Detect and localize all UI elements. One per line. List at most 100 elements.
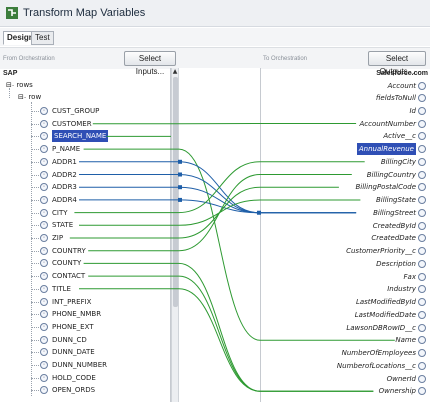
target-field-label: Description bbox=[376, 259, 416, 268]
field-icon: ◦ bbox=[40, 132, 48, 141]
target-field-row[interactable]: Fax bbox=[260, 271, 430, 283]
target-field-row[interactable]: NumberofLocations__c bbox=[260, 360, 430, 372]
source-field-label: TITLE bbox=[52, 284, 71, 293]
field-icon: ◦ bbox=[40, 119, 48, 128]
source-field-row[interactable]: ◦ ADDR3 bbox=[0, 181, 171, 193]
target-field-row[interactable]: OwnerId bbox=[260, 373, 430, 385]
target-field-row[interactable]: CreatedById bbox=[260, 220, 430, 232]
field-icon bbox=[418, 208, 426, 217]
tree-connector bbox=[31, 326, 39, 328]
tree-connector bbox=[31, 263, 39, 265]
tree-connector bbox=[31, 149, 39, 151]
source-field-row[interactable]: ◦ DUNN_CD bbox=[0, 334, 171, 346]
field-icon bbox=[418, 361, 426, 370]
source-scrollbar[interactable]: ▲ bbox=[171, 68, 179, 402]
field-icon bbox=[418, 349, 426, 357]
field-icon: ◦ bbox=[40, 259, 48, 268]
field-icon: ◦ bbox=[40, 322, 48, 331]
source-field-row[interactable]: ◦ COUNTY bbox=[0, 257, 171, 269]
source-field-row[interactable]: ◦ DUNN_DATE bbox=[0, 346, 171, 358]
target-field-row[interactable]: BillingState bbox=[260, 194, 430, 206]
source-field-row[interactable]: ◦ ZIP bbox=[0, 232, 171, 244]
field-icon bbox=[418, 323, 426, 332]
source-field-row[interactable]: ◦ ADDR2 bbox=[0, 169, 171, 181]
rows-node[interactable]: ⊟˴ rows bbox=[6, 81, 33, 89]
tree-connector bbox=[31, 238, 39, 239]
target-field-row[interactable]: LawsonDBRowID__c bbox=[260, 322, 430, 334]
field-icon: ◦ bbox=[40, 348, 48, 357]
source-field-row[interactable]: ◦ PHONE_EXT bbox=[0, 321, 171, 333]
source-field-row[interactable]: ◦ TITLE bbox=[0, 283, 171, 295]
source-field-row[interactable]: ◦ CONTACT bbox=[0, 270, 171, 282]
target-field-label: Id bbox=[409, 106, 416, 115]
target-field-label: OwnerId bbox=[386, 374, 416, 383]
target-field-row[interactable]: Ownership bbox=[260, 385, 430, 397]
tree-connector bbox=[31, 225, 39, 227]
select-inputs-button[interactable]: Select Inputs... bbox=[124, 51, 176, 76]
row-label: row bbox=[28, 93, 42, 101]
tree-connector bbox=[31, 377, 39, 379]
account-label: Account bbox=[387, 82, 416, 90]
target-field-row[interactable]: NumberOfEmployees bbox=[260, 347, 430, 359]
select-outputs-button[interactable]: Select Outputs... bbox=[368, 51, 426, 76]
source-field-row[interactable]: ◦ SEARCH_NAME bbox=[0, 130, 171, 143]
target-field-row[interactable]: LastModifiedDate bbox=[260, 309, 430, 321]
tree-connector bbox=[31, 199, 39, 201]
target-field-row[interactable]: AccountNumber bbox=[260, 118, 430, 130]
target-field-row[interactable]: BillingPostalCode bbox=[260, 181, 430, 193]
source-field-label: COUNTY bbox=[52, 259, 82, 268]
source-field-row[interactable]: ◦ HOLD_CODE bbox=[0, 372, 171, 384]
source-field-row[interactable]: ◦ CUST_GROUP bbox=[0, 105, 171, 117]
source-field-row[interactable]: ◦ STATE bbox=[0, 219, 171, 231]
orchestration-header: From Orchestration Select Inputs... To O… bbox=[0, 47, 430, 76]
target-field-row[interactable]: CustomerPriority__c bbox=[260, 245, 430, 257]
target-field-row[interactable]: Name bbox=[260, 334, 430, 346]
field-icon bbox=[418, 183, 426, 192]
target-field-row[interactable]: LastModifiedById bbox=[260, 296, 430, 308]
field-icon bbox=[418, 310, 426, 319]
scroll-up-icon[interactable]: ▲ bbox=[172, 68, 178, 76]
source-field-row[interactable]: ◦ DUNN_NUMBER bbox=[0, 359, 171, 371]
target-field-label: Ownership bbox=[378, 387, 416, 396]
source-field-row[interactable]: ◦ CITY bbox=[0, 207, 171, 219]
tree-connector bbox=[31, 161, 39, 163]
source-field-row[interactable]: ◦ OPEN_ORDS bbox=[0, 384, 171, 396]
target-field-label: CreatedById bbox=[372, 221, 416, 230]
tree-connector bbox=[31, 250, 39, 252]
source-field-row[interactable]: ◦ P_NAME bbox=[0, 143, 171, 155]
account-node[interactable]: Account bbox=[260, 80, 430, 92]
row-node[interactable]: ⊟˴ row bbox=[18, 93, 41, 101]
target-field-row[interactable]: BillingCity bbox=[260, 156, 430, 168]
source-field-row[interactable]: ◦ ADDR1 bbox=[0, 156, 171, 168]
scroll-thumb[interactable] bbox=[173, 77, 178, 307]
tab-test[interactable]: Test bbox=[31, 31, 54, 45]
target-field-row[interactable]: Active__c bbox=[260, 130, 430, 142]
source-field-row[interactable]: ◦ PHONE_NMBR bbox=[0, 308, 171, 320]
field-icon: ◦ bbox=[40, 183, 48, 192]
field-icon bbox=[418, 285, 426, 294]
field-icon bbox=[418, 374, 426, 383]
source-field-row[interactable]: ◦ INT_PREFIX bbox=[0, 296, 171, 308]
field-icon bbox=[418, 132, 426, 141]
source-field-label: OPEN_ORDS bbox=[52, 386, 96, 395]
field-icon bbox=[418, 336, 426, 345]
source-field-label: DUNN_DATE bbox=[52, 348, 95, 357]
tree-connector bbox=[31, 288, 39, 290]
target-field-row[interactable]: Id bbox=[260, 105, 430, 117]
source-field-label: CITY bbox=[52, 208, 68, 217]
tree-connector bbox=[31, 187, 39, 189]
target-field-row[interactable]: fieldsToNull bbox=[260, 92, 430, 104]
to-orchestration-label: To Orchestration bbox=[263, 56, 308, 62]
tab-bar: Design Test bbox=[0, 28, 430, 46]
target-field-row[interactable]: AnnualRevenue bbox=[260, 143, 430, 155]
source-field-row[interactable]: ◦ CUSTOMER bbox=[0, 118, 171, 130]
source-field-row[interactable]: ◦ COUNTRY bbox=[0, 245, 171, 257]
target-field-row[interactable]: BillingCountry bbox=[260, 169, 430, 181]
target-field-row[interactable]: Industry bbox=[260, 283, 430, 295]
target-field-label: BillingPostalCode bbox=[355, 183, 416, 192]
target-field-row[interactable]: BillingStreet bbox=[260, 207, 430, 219]
target-field-row[interactable]: Description bbox=[260, 258, 430, 270]
target-field-label: BillingStreet bbox=[373, 208, 416, 217]
source-field-row[interactable]: ◦ ADDR4 bbox=[0, 194, 171, 206]
target-field-row[interactable]: CreatedDate bbox=[260, 232, 430, 244]
